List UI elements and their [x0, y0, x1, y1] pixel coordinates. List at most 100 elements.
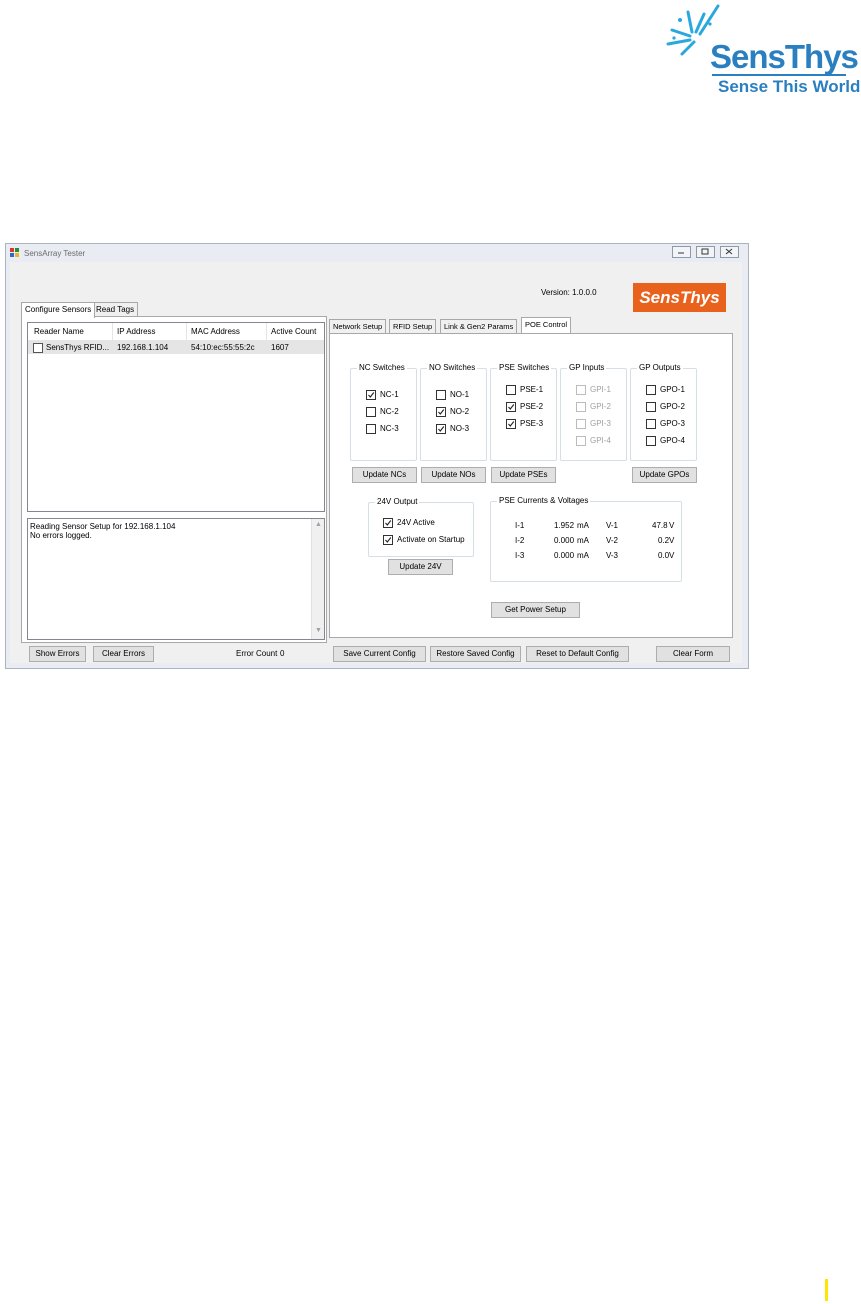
nc-2-label: NC-2	[380, 407, 399, 416]
group-title: NC Switches	[357, 363, 407, 372]
error-count-label: Error Count	[236, 649, 278, 658]
minimize-icon	[678, 252, 684, 254]
column-active-count[interactable]: Active Count	[271, 327, 316, 336]
clear-form-button[interactable]: Clear Form	[656, 646, 730, 662]
gpo-1-label: GPO-1	[660, 385, 685, 394]
no-3-label: NO-3	[450, 424, 470, 433]
check-icon	[438, 426, 445, 432]
no-1-checkbox[interactable]	[436, 390, 446, 400]
v-2-label: V-2	[606, 536, 619, 545]
table-row[interactable]: SensThys RFID... 192.168.1.104 54:10:ec:…	[28, 341, 324, 354]
pse-3-label: PSE-3	[520, 419, 544, 428]
pse-1-label: PSE-1	[520, 385, 544, 394]
tab-rfid-setup[interactable]: RFID Setup	[389, 319, 437, 334]
i-3-value: 0.000	[554, 551, 575, 560]
nc-3-checkbox[interactable]	[366, 424, 376, 434]
column-ip-address[interactable]: IP Address	[117, 327, 156, 336]
gpo-3-checkbox[interactable]	[646, 419, 656, 429]
update-24v-button[interactable]: Update 24V	[388, 559, 453, 575]
tab-link-gen2-params[interactable]: Link & Gen2 Params	[440, 319, 518, 334]
i-1-label: I-1	[515, 521, 525, 530]
nc-1-checkbox[interactable]	[366, 390, 376, 400]
update-pses-button[interactable]: Update PSEs	[491, 467, 556, 483]
status-log[interactable]: Reading Sensor Setup for 192.168.1.104 N…	[27, 518, 325, 640]
restore-saved-config-button[interactable]: Restore Saved Config	[430, 646, 521, 662]
check-icon	[508, 404, 515, 410]
tab-poe-control[interactable]: POE Control	[521, 317, 572, 333]
logo-name: SensThys	[710, 38, 859, 75]
24v-active-checkbox[interactable]	[383, 518, 393, 528]
no-3-checkbox[interactable]	[436, 424, 446, 434]
maximize-icon	[701, 248, 709, 255]
active-count-cell: 1607	[271, 343, 289, 352]
minimize-button[interactable]	[672, 246, 691, 258]
save-current-config-button[interactable]: Save Current Config	[333, 646, 426, 662]
check-icon	[385, 520, 392, 526]
gpi-4-checkbox	[576, 436, 586, 446]
column-separator	[112, 323, 113, 340]
group-title: PSE Switches	[497, 363, 552, 372]
pse-3-checkbox[interactable]	[506, 419, 516, 429]
tab-network-setup[interactable]: Network Setup	[329, 319, 387, 334]
update-nos-button[interactable]: Update NOs	[421, 467, 486, 483]
activate-on-startup-checkbox[interactable]	[383, 535, 393, 545]
i-2-unit: mA	[577, 536, 589, 545]
v-3-label: V-3	[606, 551, 619, 560]
maximize-button[interactable]	[696, 246, 715, 258]
nc-switches-group: NC Switches NC-1 NC-2 NC-3	[350, 363, 417, 461]
no-2-checkbox[interactable]	[436, 407, 446, 417]
poe-control-panel: NC Switches NC-1 NC-2 NC-3 NO Switches N…	[329, 333, 733, 638]
title-bar[interactable]: SensArray Tester	[6, 244, 748, 262]
update-ncs-button[interactable]: Update NCs	[352, 467, 417, 483]
tab-configure-sensors[interactable]: Configure Sensors	[21, 302, 96, 318]
get-power-setup-button[interactable]: Get Power Setup	[491, 602, 580, 618]
window-title: SensArray Tester	[24, 249, 86, 258]
check-icon	[508, 421, 515, 427]
show-errors-button[interactable]: Show Errors	[29, 646, 86, 662]
check-icon	[438, 409, 445, 415]
check-icon	[385, 537, 392, 543]
no-switches-group: NO Switches NO-1 NO-2 NO-3	[420, 363, 487, 461]
log-scrollbar[interactable]: ▲ ▼	[311, 519, 324, 639]
reader-list-header: Reader Name IP Address MAC Address Activ…	[28, 323, 324, 341]
clear-errors-button[interactable]: Clear Errors	[93, 646, 154, 662]
brand-logo: SensThys	[633, 283, 726, 312]
group-title: 24V Output	[375, 497, 420, 506]
scroll-up-icon[interactable]: ▲	[315, 521, 322, 528]
app-window: SensArray Tester Version: 1.0.0.0 SensTh…	[5, 243, 749, 669]
pse-2-label: PSE-2	[520, 402, 544, 411]
column-separator	[266, 323, 267, 340]
update-gpos-button[interactable]: Update GPOs	[632, 467, 697, 483]
gpi-4-label: GPI-4	[590, 436, 611, 445]
v-2-unit: V	[669, 536, 675, 545]
page-margin-marker	[825, 1279, 828, 1301]
reset-default-config-button[interactable]: Reset to Default Config	[526, 646, 629, 662]
reader-list[interactable]: Reader Name IP Address MAC Address Activ…	[27, 322, 325, 512]
pse-1-checkbox[interactable]	[506, 385, 516, 395]
activate-on-startup-label: Activate on Startup	[397, 535, 465, 544]
gpo-2-checkbox[interactable]	[646, 402, 656, 412]
log-line: No errors logged.	[30, 531, 92, 540]
i-3-unit: mA	[577, 551, 589, 560]
column-mac-address[interactable]: MAC Address	[191, 327, 240, 336]
no-1-label: NO-1	[450, 390, 470, 399]
mac-address-cell: 54:10:ec:55:55:2c	[191, 343, 255, 352]
scroll-down-icon[interactable]: ▼	[315, 627, 322, 634]
gpo-1-checkbox[interactable]	[646, 385, 656, 395]
nc-3-label: NC-3	[380, 424, 399, 433]
column-reader-name[interactable]: Reader Name	[34, 327, 84, 336]
pse-2-checkbox[interactable]	[506, 402, 516, 412]
gpi-3-checkbox	[576, 419, 586, 429]
gpo-2-label: GPO-2	[660, 402, 685, 411]
reader-row-checkbox[interactable]	[33, 343, 43, 353]
app-icon	[10, 248, 19, 257]
nc-2-checkbox[interactable]	[366, 407, 376, 417]
tab-read-tags[interactable]: Read Tags	[92, 302, 139, 317]
v-1-label: V-1	[606, 521, 619, 530]
i-2-label: I-2	[515, 536, 525, 545]
close-button[interactable]	[720, 246, 739, 258]
gpo-4-checkbox[interactable]	[646, 436, 656, 446]
gp-inputs-group: GP Inputs GPI-1 GPI-2 GPI-3 GPI-4	[560, 363, 627, 461]
v-3-unit: V	[669, 551, 675, 560]
ip-address-cell: 192.168.1.104	[117, 343, 169, 352]
